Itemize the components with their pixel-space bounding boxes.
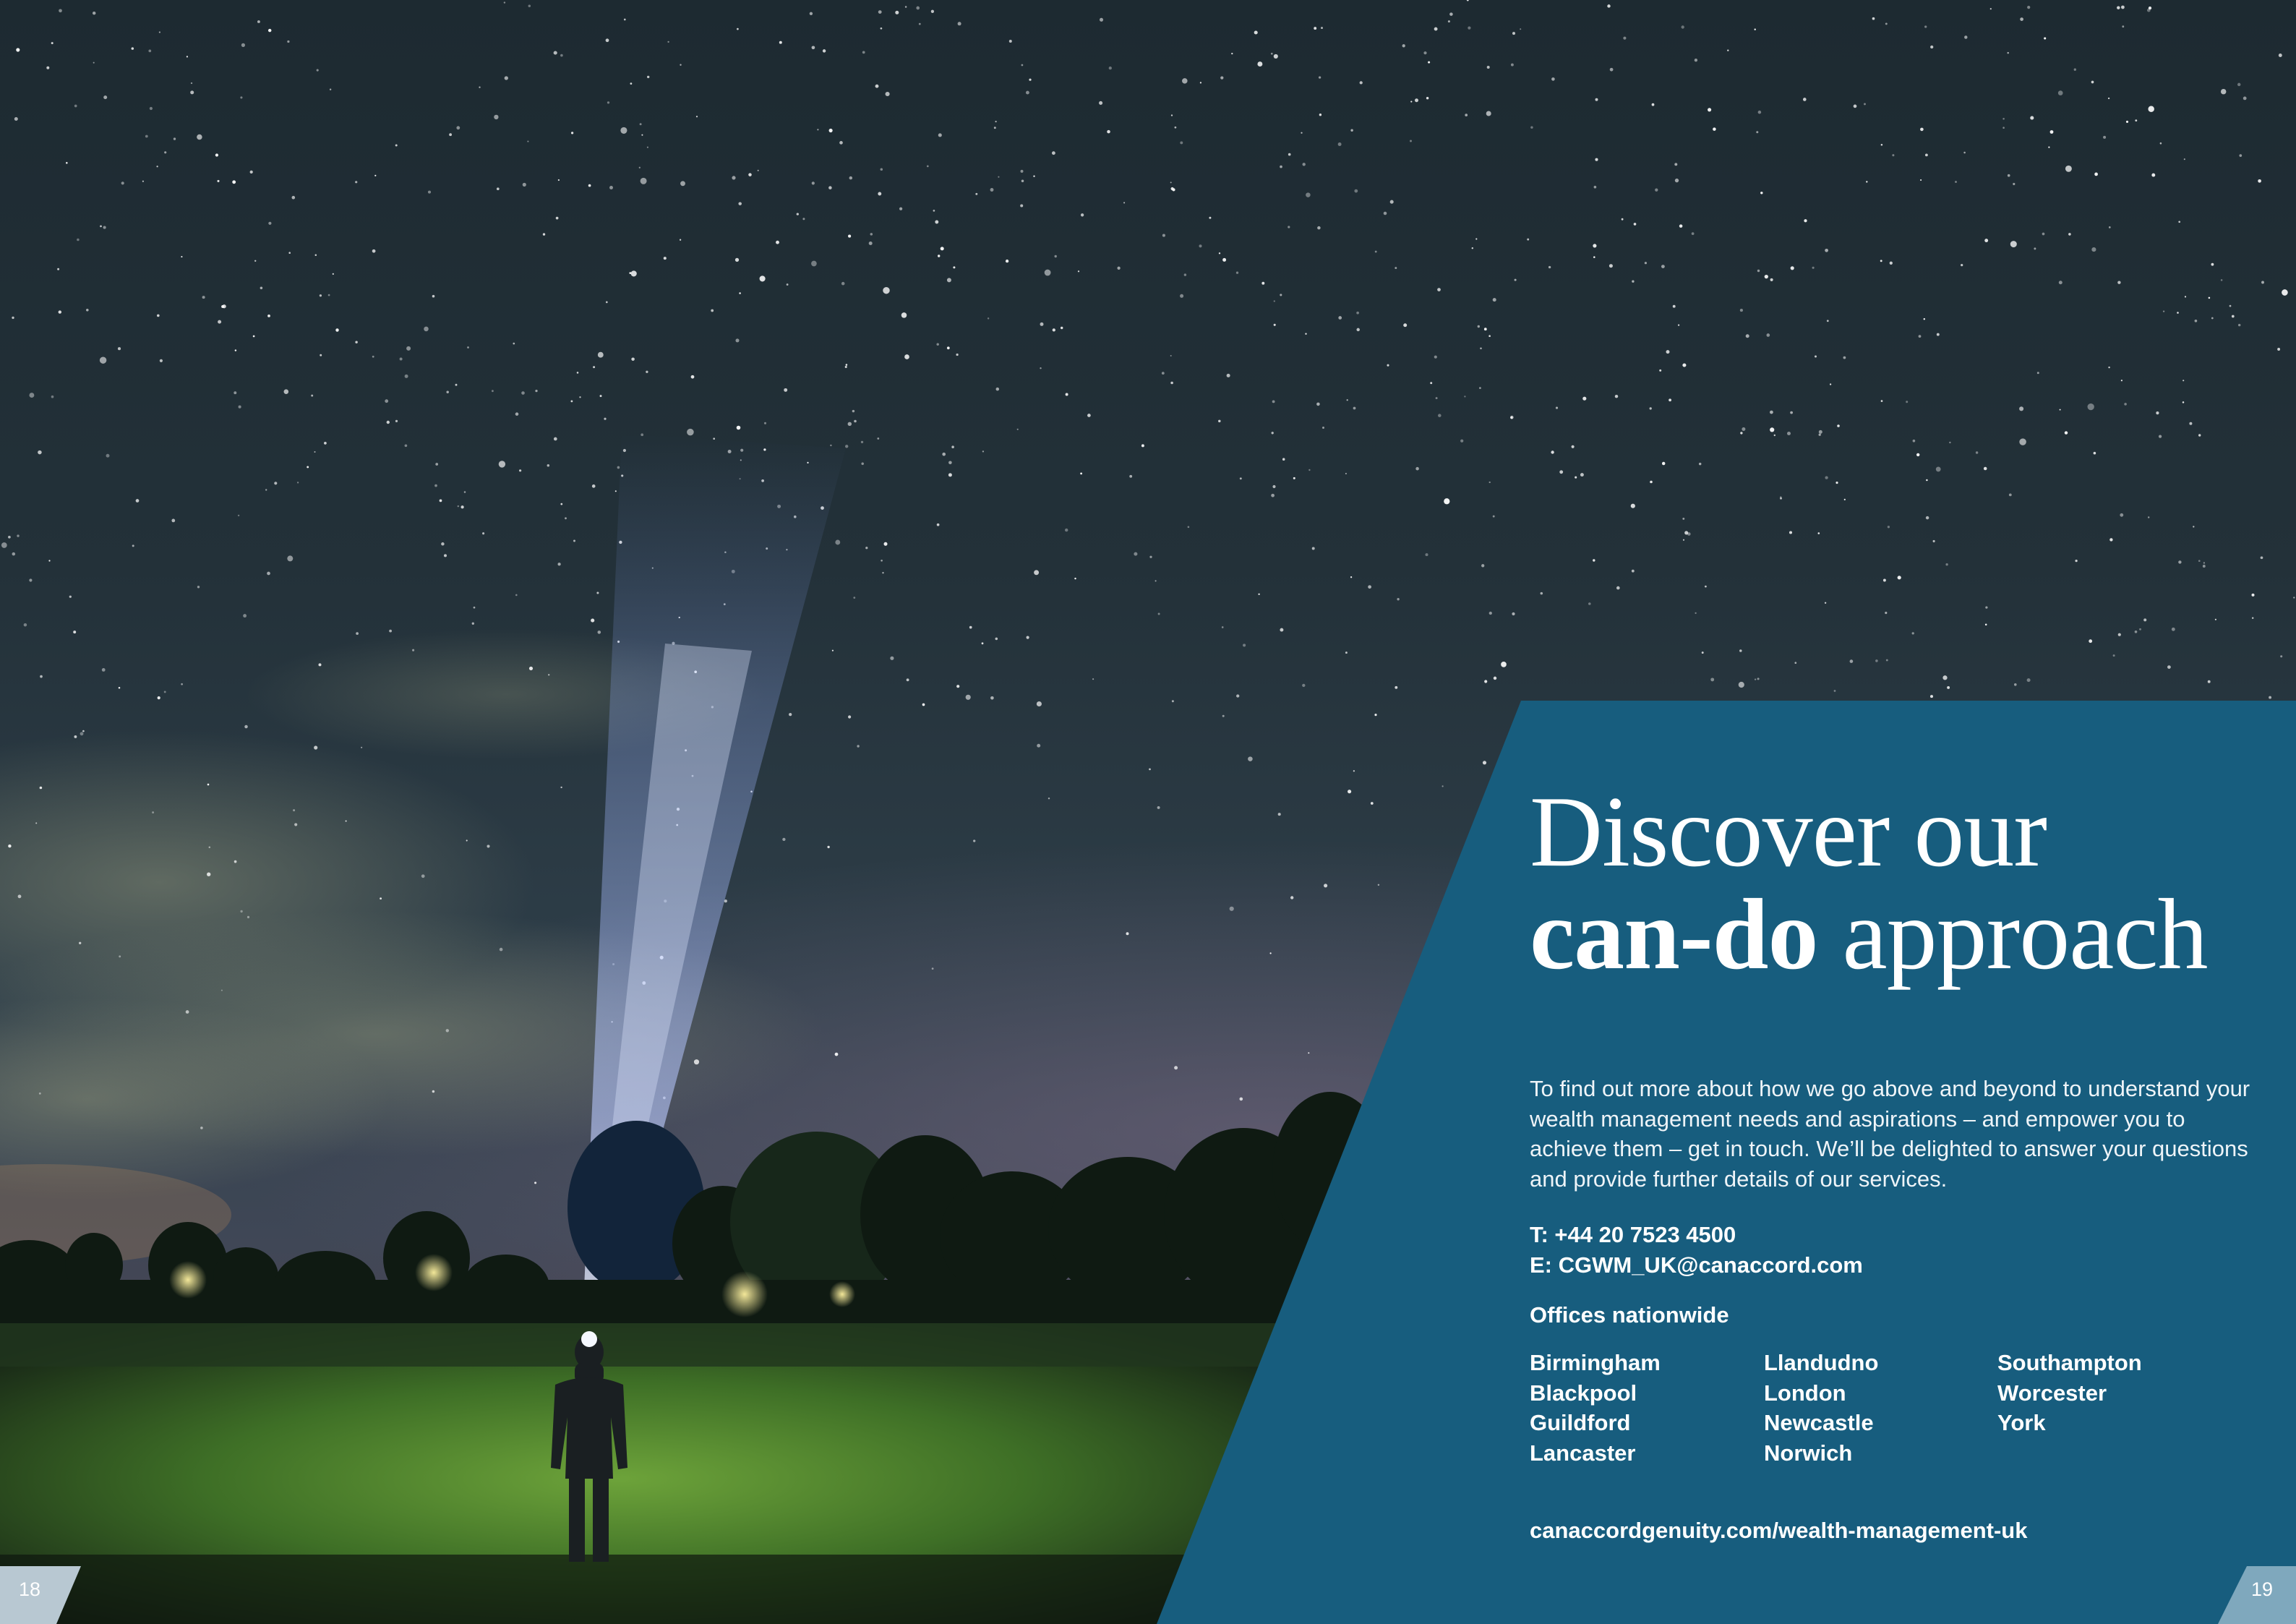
office-item: Blackpool [1530,1380,1637,1406]
office-item: Birmingham [1530,1350,1661,1375]
page-number-left: 18 [19,1578,41,1600]
offices-list: Birmingham Blackpool Guildford Lancaster… [1530,1348,2253,1471]
office-item: Newcastle [1764,1410,1874,1435]
email-address[interactable]: E: CGWM_UK@canaccord.com [1530,1250,1863,1281]
offices-column-1: Birmingham Blackpool Guildford Lancaster [1530,1348,1761,1468]
office-item: Worcester [1997,1380,2107,1406]
offices-column-2: Llandudno London Newcastle Norwich [1764,1348,1995,1468]
office-item: Llandudno [1764,1350,1879,1375]
website-link[interactable]: canaccordgenuity.com/wealth-management-u… [1530,1516,2027,1546]
headline: Discover our can-do approach [1530,781,2260,986]
offices-heading: Offices nationwide [1530,1302,1729,1328]
office-item: Southampton [1997,1350,2142,1375]
office-item: York [1997,1410,2046,1435]
offices-column-3: Southampton Worcester York [1997,1348,2229,1438]
headline-bold-word: can-do [1530,879,1818,991]
contact-panel: Discover our can-do approach To find out… [1530,781,2260,1544]
page-number-right: 19 [2251,1578,2274,1600]
office-item: Guildford [1530,1410,1631,1435]
intro-paragraph: To find out more about how we go above a… [1530,1076,2250,1192]
office-item: Norwich [1764,1440,1853,1466]
grass-field [0,1287,1374,1624]
office-item: London [1764,1380,1846,1406]
contact-details: T: +44 20 7523 4500 E: CGWM_UK@canaccord… [1530,1220,1863,1280]
headline-line-1: Discover our [1530,776,2047,888]
brochure-spread: Discover our can-do approach To find out… [0,0,2296,1624]
headline-line-2: can-do approach [1530,884,2260,986]
headline-rest: approach [1817,879,2208,991]
office-item: Lancaster [1530,1440,1636,1466]
phone-number[interactable]: T: +44 20 7523 4500 [1530,1220,1863,1250]
